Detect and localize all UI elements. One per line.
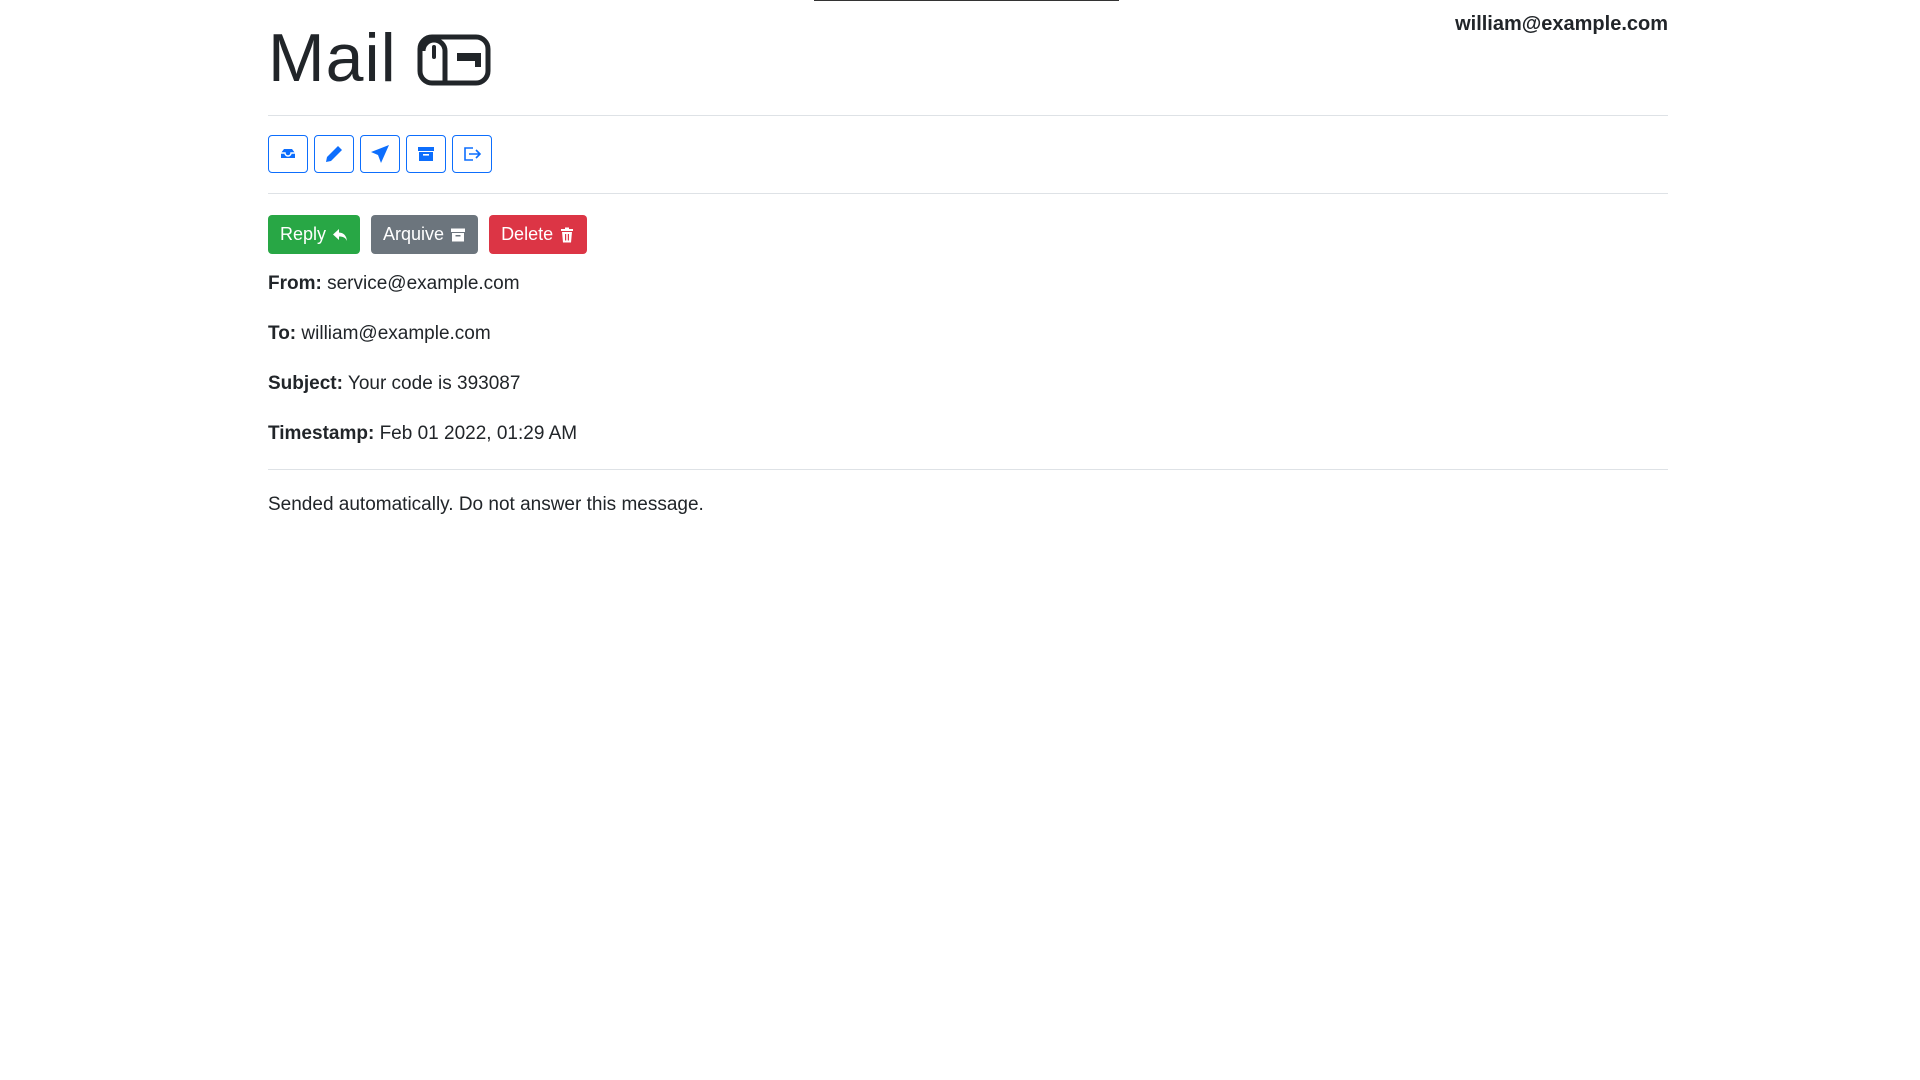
message-body: Sended automatically. Do not answer this… xyxy=(268,494,704,515)
timestamp-value: Feb 01 2022, 01:29 AM xyxy=(379,423,578,444)
reply-label: Reply xyxy=(280,224,327,244)
to-row: To: william@example.com xyxy=(268,319,1668,369)
inbox-icon xyxy=(281,149,295,158)
from-row: From: service@example.com xyxy=(268,269,1668,319)
delete-label: Delete xyxy=(501,224,554,244)
page-title: Mail xyxy=(268,20,397,96)
user-email: william@example.com xyxy=(1455,13,1668,35)
archive-button[interactable]: Arquive xyxy=(371,215,479,254)
delete-button[interactable]: Delete xyxy=(489,215,588,254)
to-value: william@example.com xyxy=(301,323,491,344)
trash-icon xyxy=(561,227,574,242)
title-wrap: Mail xyxy=(268,18,491,98)
subject-row: Subject: Your code is 393087 xyxy=(268,369,1668,419)
timestamp-row: Timestamp: Feb 01 2022, 01:29 AM xyxy=(268,419,1668,469)
compose-button[interactable] xyxy=(314,135,354,173)
archive-folder-button[interactable] xyxy=(406,135,446,173)
inbox-button[interactable] xyxy=(268,135,308,173)
mail-container: Mail william@example.com Reply Arquive D… xyxy=(268,0,1668,516)
sent-button[interactable] xyxy=(360,135,400,173)
reply-button[interactable]: Reply xyxy=(268,215,361,254)
message-actions: Reply Arquive Delete xyxy=(268,194,1668,254)
to-label: To: xyxy=(268,323,297,344)
archive-label: Arquive xyxy=(383,224,445,244)
logout-button[interactable] xyxy=(452,135,492,173)
archive-icon xyxy=(418,147,434,161)
page-header: Mail william@example.com xyxy=(268,0,1668,115)
pencil-icon xyxy=(326,146,342,162)
mailbox-icon xyxy=(417,34,491,86)
archive-icon xyxy=(451,228,466,241)
nav-toolbar xyxy=(268,116,1668,193)
logout-icon xyxy=(464,147,482,161)
reply-icon xyxy=(333,228,348,241)
from-label: From: xyxy=(268,273,322,294)
divider xyxy=(268,469,1668,470)
subject-value: Your code is 393087 xyxy=(347,373,521,394)
timestamp-label: Timestamp: xyxy=(268,423,375,444)
from-value: service@example.com xyxy=(327,273,520,294)
email-metadata: From: service@example.com To: william@ex… xyxy=(268,269,1668,469)
send-icon xyxy=(371,145,389,163)
subject-label: Subject: xyxy=(268,373,343,394)
